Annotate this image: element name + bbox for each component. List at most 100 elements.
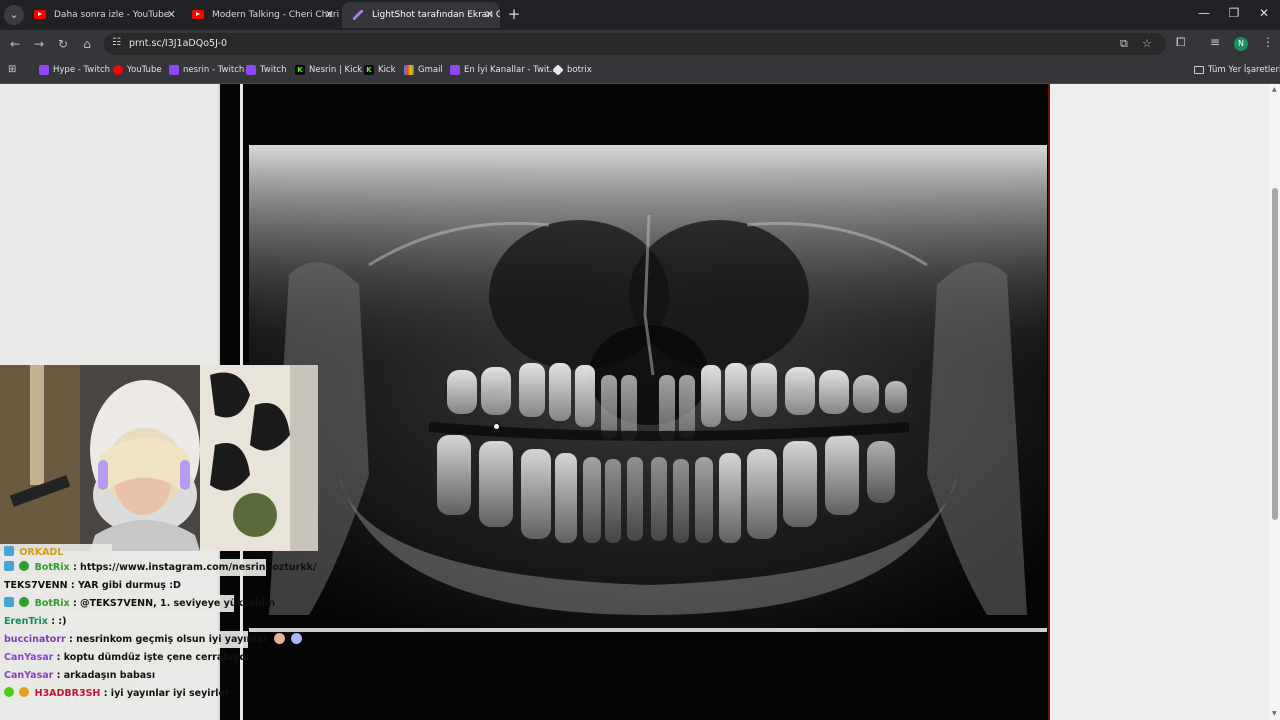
chat-text: : YAR gibi durmuş :D [70,580,181,591]
bookmarks-bar: Hype - Twitch YouTube nesrin - Twitch Tw… [0,58,1280,84]
twitch-icon [169,65,179,75]
kebab-menu-icon[interactable]: ⋮ [1262,35,1274,49]
media-control-icon[interactable]: ≡ [1210,35,1220,49]
chat-text: : nesrinkom geçmiş olsun iyi yayınlar [69,634,268,645]
bookmark-gmail[interactable]: Gmail [404,58,443,82]
chat-username: H3ADBR3SH [34,688,101,699]
restore-icon[interactable]: ❐ [1224,6,1244,20]
scrollbar-thumb[interactable] [1272,188,1278,520]
gmail-icon [404,65,414,75]
url-text[interactable]: prnt.sc/I3J1aDQo5J-0 [129,33,227,55]
tab-lightshot[interactable]: LightShot tarafından Ekran Gör ✕ [342,2,500,28]
scroll-down-arrow-icon[interactable]: ▼ [1272,710,1277,717]
twitch-icon [450,65,460,75]
home-icon[interactable]: ⌂ [78,35,96,53]
tab-title: LightShot tarafından Ekran Gör [372,10,500,20]
chat-message: CanYasar : arkadaşın babası [0,667,155,684]
tab-search-icon[interactable]: ⌄ [4,5,24,25]
chat-username: ORKADL [19,547,64,558]
tab-title: Daha sonra izle - YouTube [54,10,170,20]
chat-text: : koptu dümdüz işte çene cerrahıydı [56,652,250,663]
kick-icon: K [364,65,374,75]
page-scrollbar[interactable]: ▲ ▼ [1270,84,1280,720]
dental-xray-image [249,145,1047,629]
youtube-icon [113,65,123,75]
stream-chat: ORKADL BotRix : https://www.instagram.co… [0,544,316,720]
chat-username: BotRix [34,562,70,573]
site-info-icon[interactable]: ☷ [112,37,121,48]
chat-username: CanYasar [4,670,54,681]
folder-icon [1194,66,1204,74]
chat-username: buccinatorr [4,634,66,645]
webcam-scene [0,365,318,551]
new-tab-plus-icon[interactable]: + [504,4,524,24]
close-icon[interactable]: ✕ [167,2,176,28]
bookmark-kick[interactable]: K Kick [364,58,396,82]
xray-bottom-edge [249,628,1047,632]
chat-username: BotRix [34,598,70,609]
reload-icon[interactable]: ↻ [54,35,72,53]
botrix-icon [552,64,564,76]
chat-message: CanYasar : koptu dümdüz işte çene cerrah… [0,649,250,666]
chat-username: ErenTrix [4,616,48,627]
tab-youtube-watch-later[interactable]: Daha sonra izle - YouTube ✕ [24,2,182,28]
install-app-icon[interactable]: ⧉ [1120,37,1128,51]
close-icon[interactable]: ✕ [485,2,494,28]
tab-modern-talking[interactable]: Modern Talking - Cheri Cheri La ✕ [182,2,340,28]
webcam-overlay [0,365,318,551]
chat-text: : @TEKS7VENN, 1. seviyeye yükseldin [72,598,276,609]
bookmark-nesrin-kick[interactable]: K Nesrin | Kick [295,58,362,82]
bookmark-label: Kick [378,65,396,75]
bookmark-label: Hype - Twitch [53,65,111,75]
bookmark-label: botrix [567,65,592,75]
extensions-puzzle-icon[interactable]: ⧠ [1176,35,1186,50]
tab-strip: ⌄ Daha sonra izle - YouTube ✕ Modern Tal… [0,0,1280,30]
forward-arrow-icon[interactable]: → [30,35,48,53]
chat-message: TEKS7VENN : YAR gibi durmuş :D [0,577,181,594]
chat-text: : https://www.instagram.com/nesrinnoztur… [72,562,317,573]
back-arrow-icon[interactable]: ← [6,35,24,53]
all-bookmarks-folder[interactable]: Tüm Yer İşaretleri [1194,58,1280,82]
chat-message: BotRix : @TEKS7VENN, 1. seviyeye yükseld… [0,595,275,612]
badge-icon [4,546,14,556]
badge-icon [4,597,14,607]
frame-edge-right [1048,84,1050,720]
bookmark-star-icon[interactable]: ☆ [1142,37,1152,50]
bookmark-label: Nesrin | Kick [309,65,363,75]
window-close-icon[interactable]: ✕ [1254,6,1274,20]
emote-icon [273,633,285,644]
bookmark-label: En İyi Kanallar - Twit... [464,65,558,75]
badge-icon [19,687,30,697]
plus-badge-icon [4,687,14,697]
chat-message: H3ADBR3SH : iyi yayınlar iyi seyirler [0,685,230,702]
chat-username: TEKS7VENN [4,580,68,591]
chat-message: buccinatorr : nesrinkom geçmiş olsun iyi… [0,631,303,648]
bookmark-label: Gmail [418,65,443,75]
bookmark-twitch[interactable]: Twitch [246,58,287,82]
mouse-cursor-icon [493,423,500,430]
profile-avatar[interactable]: N [1234,37,1248,51]
chat-message: BotRix : https://www.instagram.com/nesri… [0,559,316,576]
bookmark-label: nesrin - Twitch [183,65,245,75]
address-bar[interactable]: ☷ prnt.sc/I3J1aDQo5J-0 ⧉ ☆ [104,33,1166,55]
bookmark-youtube[interactable]: YouTube [113,58,162,82]
page-margin-right [1054,84,1270,720]
apps-grid-icon[interactable]: ⊞ [8,65,18,75]
verified-icon [19,561,30,571]
scroll-up-arrow-icon[interactable]: ▲ [1272,86,1277,93]
bookmark-hype-twitch[interactable]: Hype - Twitch [39,58,110,82]
bookmark-en-iyi-kanallar[interactable]: En İyi Kanallar - Twit... [450,58,558,82]
verified-icon [19,597,30,607]
bookmark-label: Tüm Yer İşaretleri [1208,65,1280,75]
tab-title: Modern Talking - Cheri Cheri La [212,10,340,20]
minimize-icon[interactable]: — [1194,6,1214,20]
close-icon[interactable]: ✕ [325,2,334,28]
xray-drawing [249,145,1047,629]
chat-text: : :) [51,616,67,627]
chat-message: ErenTrix : :) [0,613,66,630]
badge-icon [4,561,14,571]
chat-text: : arkadaşın babası [56,670,156,681]
bookmark-botrix[interactable]: botrix [552,58,592,82]
bookmark-nesrin-twitch[interactable]: nesrin - Twitch [169,58,244,82]
youtube-icon [34,10,46,19]
